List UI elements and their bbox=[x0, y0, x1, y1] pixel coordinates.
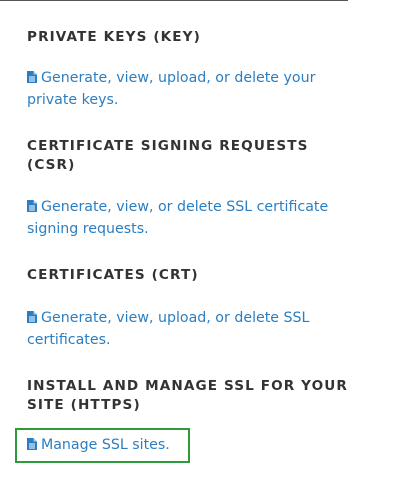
manage-ssl-highlight: Manage SSL sites. bbox=[15, 428, 190, 463]
section-title-private-keys: PRIVATE KEYS (KEY) bbox=[27, 29, 201, 45]
document-icon bbox=[27, 438, 37, 450]
manage-ssl-sites-link[interactable]: Manage SSL sites. bbox=[27, 435, 170, 457]
document-icon bbox=[27, 311, 37, 323]
top-divider bbox=[0, 0, 348, 1]
csr-link-text: Generate, view, or delete SSL certificat… bbox=[27, 199, 329, 237]
document-icon bbox=[27, 71, 37, 83]
csr-link[interactable]: Generate, view, or delete SSL certificat… bbox=[27, 197, 347, 240]
section-title-install-ssl: INSTALL AND MANAGE SSL FOR YOUR SITE (HT… bbox=[27, 378, 348, 413]
section-title-csr: CERTIFICATE SIGNING REQUESTS (CSR) bbox=[27, 138, 309, 173]
private-keys-link[interactable]: Generate, view, upload, or delete your p… bbox=[27, 68, 347, 111]
private-keys-link-text: Generate, view, upload, or delete your p… bbox=[27, 70, 316, 108]
certificates-link-text: Generate, view, upload, or delete SSL ce… bbox=[27, 310, 310, 348]
manage-ssl-sites-link-text: Manage SSL sites. bbox=[41, 437, 170, 453]
document-icon bbox=[27, 200, 37, 212]
certificates-link[interactable]: Generate, view, upload, or delete SSL ce… bbox=[27, 308, 337, 351]
section-title-certificates: CERTIFICATES (CRT) bbox=[27, 267, 199, 283]
